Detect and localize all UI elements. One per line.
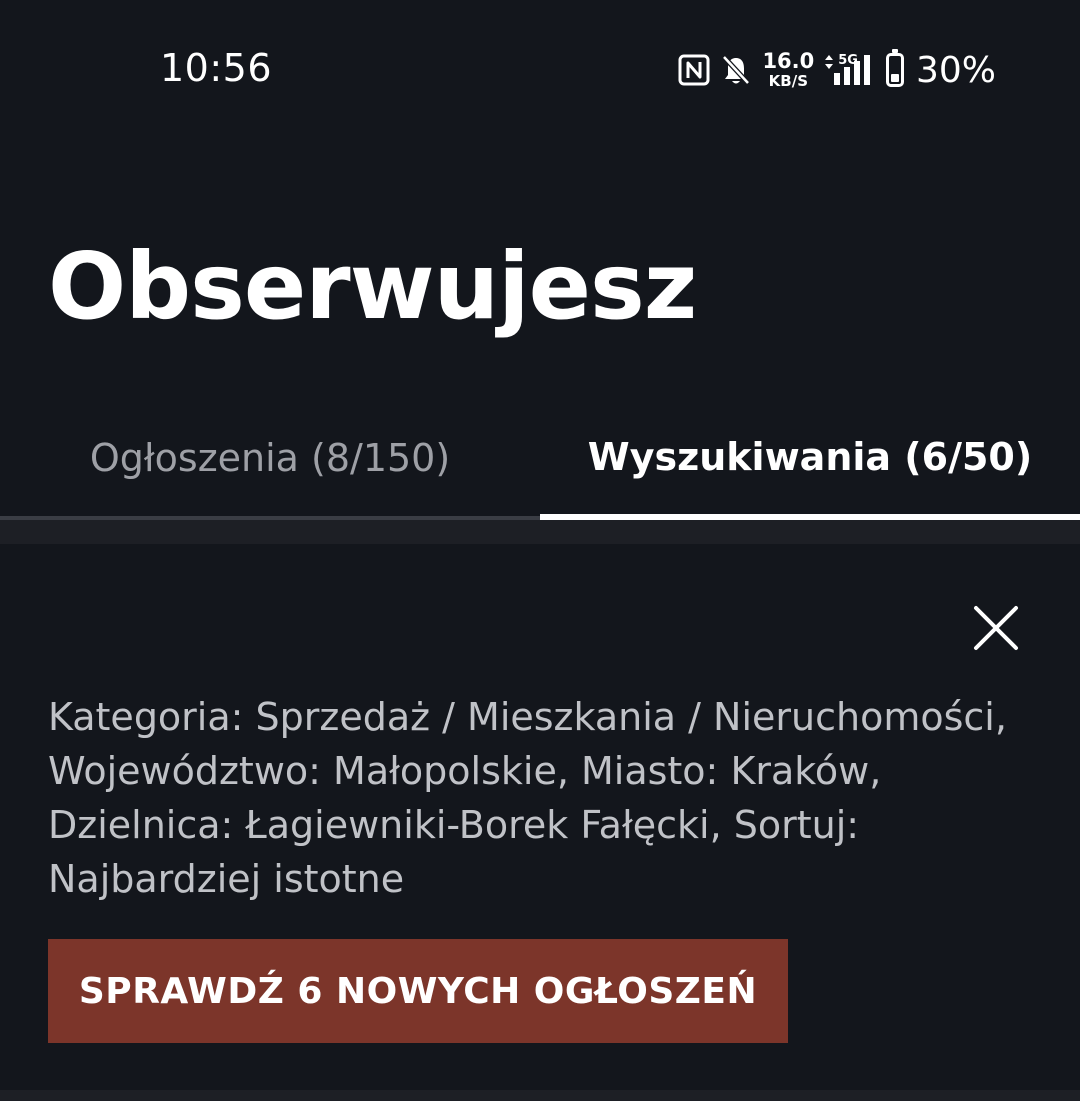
close-icon[interactable] xyxy=(970,602,1022,654)
bottom-divider xyxy=(0,1090,1080,1101)
signal-icon xyxy=(833,55,870,85)
saved-search-description: Kategoria: Sprzedaż / Mieszkania / Nieru… xyxy=(48,695,1007,901)
saved-search-card: Kategoria: Sprzedaż / Mieszkania / Nieru… xyxy=(0,544,1080,1090)
network-speed: 16.0 KB/S xyxy=(762,51,814,89)
tab-bar: Ogłoszenia (8/150) Wyszukiwania (6/50) xyxy=(0,400,1080,520)
nfc-icon xyxy=(678,54,710,86)
section-divider xyxy=(0,520,1080,544)
battery-fill xyxy=(890,73,899,82)
signal-group: 5G xyxy=(824,53,876,87)
bell-muted-icon xyxy=(722,55,751,85)
status-icons: 16.0 KB/S 5G 30% xyxy=(678,46,996,94)
tab-wyszukiwania[interactable]: Wyszukiwania (6/50) xyxy=(540,400,1080,520)
page-title: Obserwujesz xyxy=(48,233,697,340)
battery-percent: 30% xyxy=(915,49,996,91)
status-time: 10:56 xyxy=(160,46,273,90)
check-new-listings-button[interactable]: SPRAWDŹ 6 NOWYCH OGŁOSZEŃ xyxy=(48,939,788,1043)
battery-icon xyxy=(885,49,904,87)
network-speed-value: 16.0 xyxy=(762,49,815,73)
tab-ogloszenia[interactable]: Ogłoszenia (8/150) xyxy=(0,400,540,520)
network-speed-unit: KB/S xyxy=(768,72,809,90)
status-bar: 10:56 16.0 KB/S 5G 30% xyxy=(0,0,1080,140)
